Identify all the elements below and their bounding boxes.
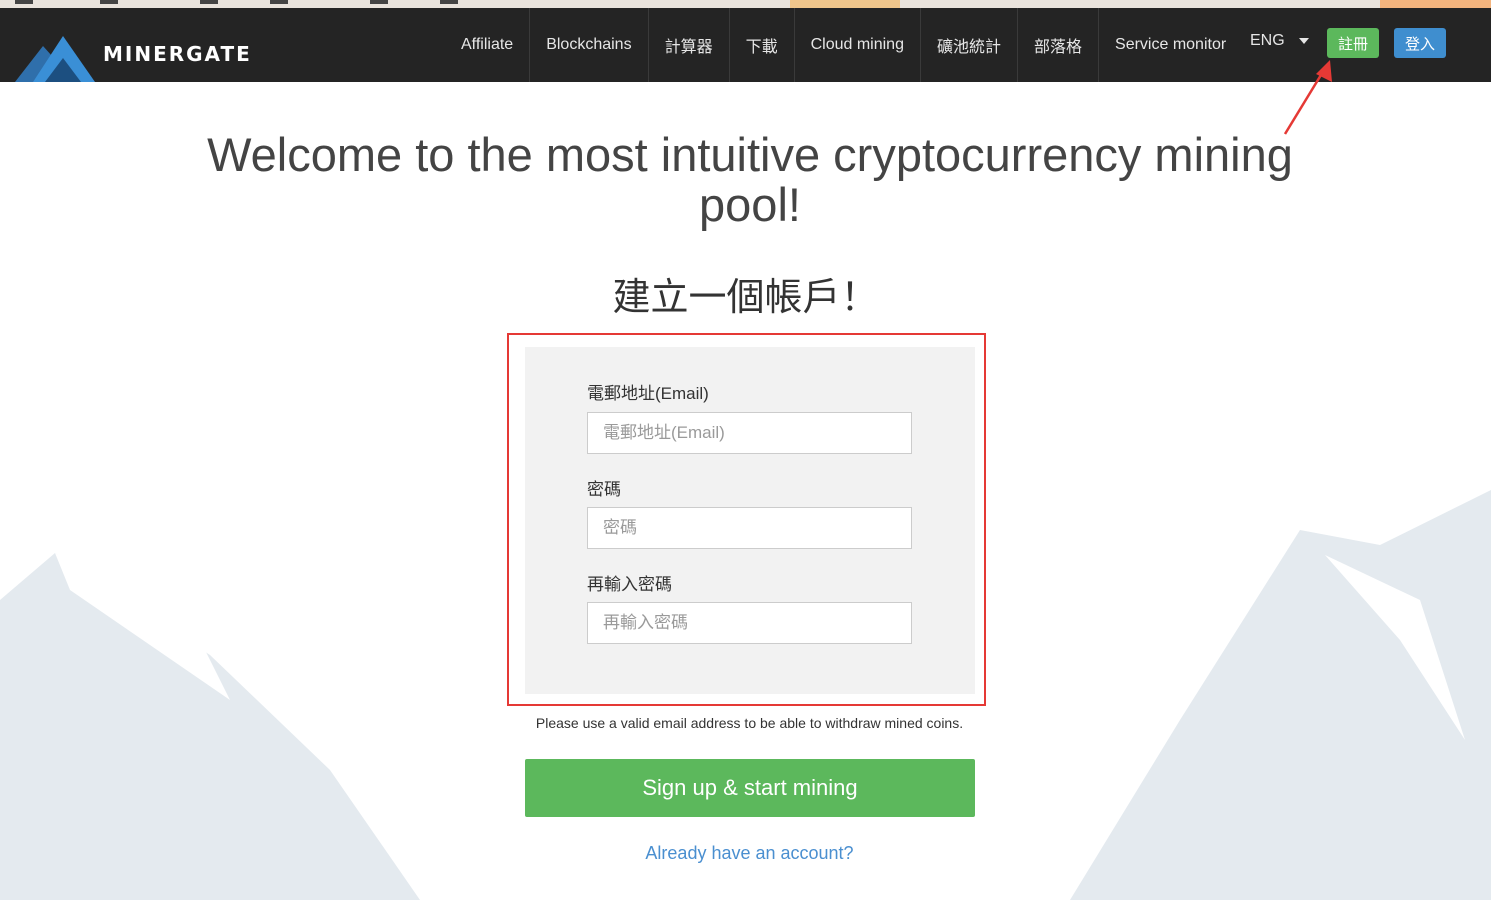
register-button[interactable]: 註冊 (1327, 28, 1379, 58)
nav-item-affiliate[interactable]: Affiliate (445, 8, 531, 82)
signup-button[interactable]: Sign up & start mining (525, 759, 975, 817)
language-selector[interactable]: ENG (1250, 32, 1309, 50)
chevron-down-icon (1298, 38, 1309, 44)
nav-item-pool-stats[interactable]: 礦池統計 (921, 8, 1018, 82)
page-headline: Welcome to the most intuitive cryptocurr… (207, 128, 1293, 231)
nav-item-download[interactable]: 下載 (730, 8, 795, 82)
password-label: 密碼 (587, 480, 621, 499)
nav-item-blog[interactable]: 部落格 (1018, 8, 1100, 82)
page-subheading: 建立一個帳戶！ (612, 277, 879, 319)
login-button[interactable]: 登入 (1394, 28, 1446, 58)
red-arrow-annotation-icon (1283, 60, 1332, 135)
nav-item-service-monitor[interactable]: Service monitor (1099, 8, 1242, 82)
email-label: 電郵地址(Email) (587, 384, 709, 403)
email-field[interactable] (587, 412, 912, 454)
main-nav: Affiliate Blockchains 計算器 下載 Cloud minin… (445, 8, 1242, 82)
nav-item-blockchains[interactable]: Blockchains (530, 8, 649, 82)
signup-form: 電郵地址(Email) 密碼 再輸入密碼 (525, 347, 975, 694)
password-field[interactable] (587, 507, 912, 549)
nav-item-cloud-mining[interactable]: Cloud mining (795, 8, 921, 82)
confirm-password-field[interactable] (587, 602, 912, 644)
logo-text[interactable]: MinerGate (103, 42, 252, 66)
top-navbar: MinerGate Affiliate Blockchains 計算器 下載 C… (0, 8, 1491, 82)
email-note: Please use a valid email address to be a… (535, 715, 964, 731)
language-label: ENG (1250, 32, 1285, 49)
confirm-password-label: 再輸入密碼 (587, 575, 672, 594)
nav-item-calculator[interactable]: 計算器 (649, 8, 730, 82)
already-have-account-link[interactable]: Already have an account? (0, 843, 1491, 864)
